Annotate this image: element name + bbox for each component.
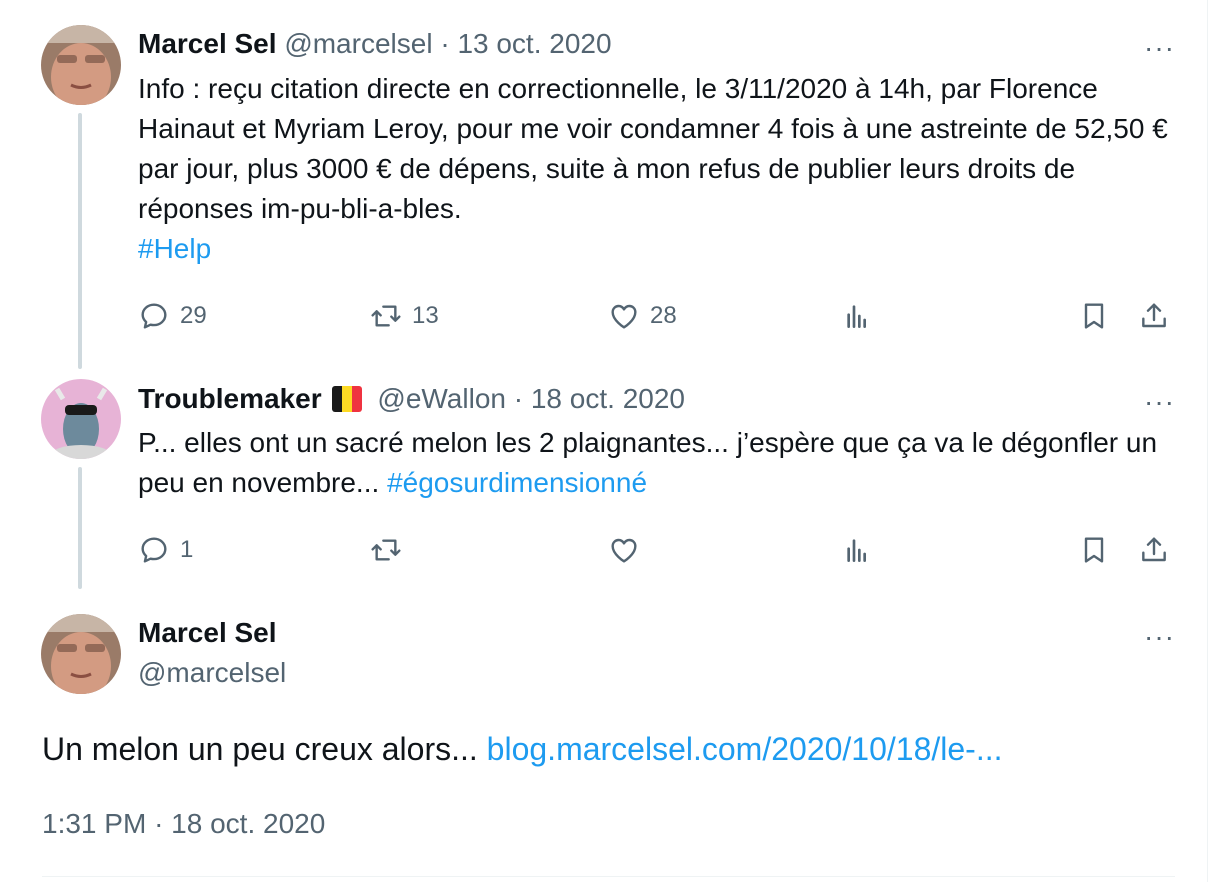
reply-count: 1 (180, 536, 194, 563)
share-icon (1142, 537, 1166, 562)
tweet-header: Troublemaker @eWallon · 18 oct. 2020 (138, 381, 685, 417)
retweet-icon (371, 539, 401, 561)
author-handle[interactable]: @eWallon (377, 383, 506, 414)
views-icon (847, 305, 866, 328)
share-button[interactable] (1138, 296, 1170, 336)
author-name[interactable]: Troublemaker (138, 383, 322, 414)
separator: · (513, 383, 524, 414)
more-icon[interactable]: ··· (1144, 623, 1175, 651)
tweet-header: Marcel Sel @marcelsel · 13 oct. 2020 (138, 26, 612, 62)
tweet-thread: Marcel Sel @marcelsel · 13 oct. 2020 ···… (0, 0, 1208, 882)
share-button[interactable] (1138, 530, 1170, 570)
tweet-time: 1:31 PM (42, 808, 147, 839)
tweet-body: P... elles ont un sacré melon les 2 plai… (138, 427, 1158, 498)
more-icon[interactable]: ··· (1144, 34, 1175, 62)
bookmark-button[interactable] (1078, 296, 1110, 336)
tweet-date: 18 oct. 2020 (171, 808, 326, 839)
avatar[interactable] (41, 25, 121, 105)
like-button[interactable] (608, 530, 640, 570)
hashtag-link[interactable]: #Help (138, 233, 211, 264)
separator: · (154, 808, 164, 839)
reply-button[interactable]: 29 (138, 296, 207, 336)
flag-stripe-red (351, 386, 362, 412)
bookmark-button[interactable] (1078, 530, 1110, 570)
retweet-button[interactable] (370, 530, 402, 570)
author-name[interactable]: Marcel Sel (138, 617, 277, 648)
tweet-timestamp[interactable]: 1:31 PM · 18 oct. 2020 (42, 806, 325, 842)
main-author-name-block: Marcel Sel (138, 615, 277, 651)
tweet-body: Info : reçu citation directe en correcti… (138, 73, 1168, 224)
views-button[interactable] (842, 296, 874, 336)
tweet-text: Info : reçu citation directe en correcti… (138, 69, 1178, 269)
bookmark-icon (1084, 303, 1104, 329)
avatar[interactable] (41, 614, 121, 694)
author-handle[interactable]: @marcelsel (138, 657, 286, 688)
thread-line (78, 467, 82, 589)
reply-icon (141, 303, 167, 329)
hashtag-link[interactable]: #égosurdimensionné (387, 467, 647, 498)
tweet-actions: 29 13 28 (138, 296, 1178, 336)
retweet-icon (371, 305, 401, 327)
like-count: 28 (650, 302, 677, 329)
main-author-handle-block: @marcelsel (138, 655, 286, 691)
retweet-count: 13 (412, 302, 439, 329)
reply-icon (141, 537, 167, 563)
like-icon (611, 304, 637, 329)
tweet-actions: 1 (138, 530, 1178, 570)
flag-stripe-black (331, 386, 342, 412)
like-icon (611, 538, 637, 563)
thread-line (78, 113, 82, 369)
tweet-date[interactable]: 13 oct. 2020 (457, 28, 611, 59)
share-icon (1142, 303, 1166, 328)
separator: · (440, 28, 450, 59)
retweet-button[interactable]: 13 (370, 296, 439, 336)
views-icon (847, 539, 866, 562)
author-handle[interactable]: @marcelsel (284, 28, 432, 59)
reply-count: 29 (180, 302, 207, 329)
views-button[interactable] (842, 530, 874, 570)
bookmark-icon (1084, 537, 1104, 563)
flag-stripe-yellow (341, 386, 352, 412)
more-icon[interactable]: ··· (1144, 388, 1175, 416)
main-tweet-text: Un melon un peu creux alors... blog.marc… (42, 727, 1003, 771)
tweet-date[interactable]: 18 oct. 2020 (531, 383, 685, 414)
divider (42, 876, 1175, 877)
like-button[interactable]: 28 (608, 296, 677, 336)
reply-button[interactable]: 1 (138, 530, 193, 570)
author-name[interactable]: Marcel Sel (138, 28, 277, 59)
tweet-body: Un melon un peu creux alors... (42, 731, 478, 767)
blog-link[interactable]: blog.marcelsel.com/2020/10/18/le-... (487, 731, 1003, 767)
avatar[interactable] (41, 379, 121, 459)
tweet-text: P... elles ont un sacré melon les 2 plai… (138, 423, 1178, 503)
belgian-flag-icon (331, 386, 362, 412)
